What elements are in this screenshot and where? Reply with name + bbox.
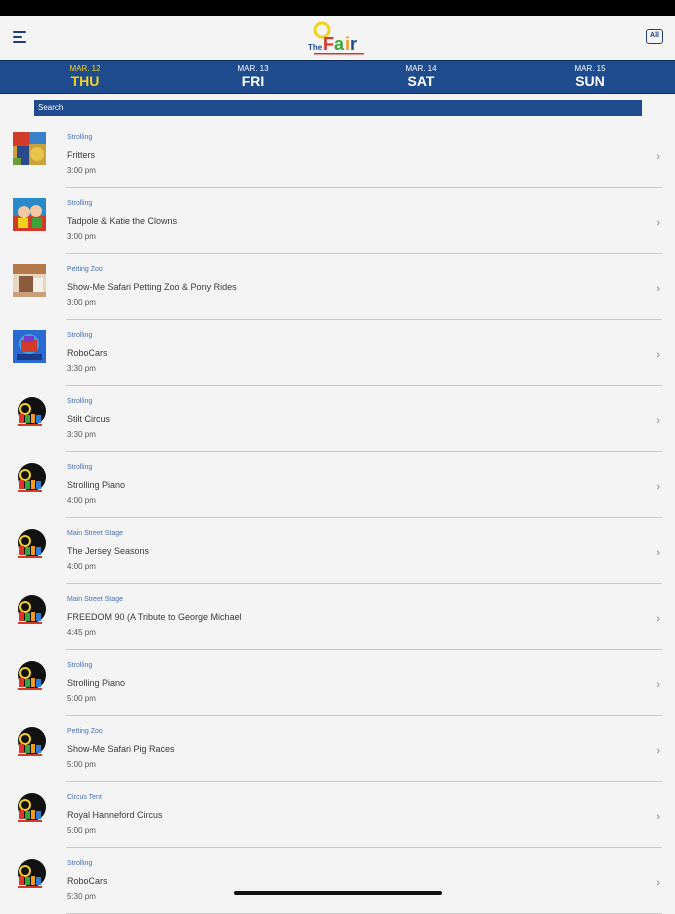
event-title: Tadpole & Katie the Clowns	[67, 216, 178, 226]
day-tab-fri[interactable]: MAR. 13 FRI	[223, 64, 283, 89]
chevron-right-icon: ›	[656, 679, 660, 691]
event-thumbnail	[13, 660, 46, 693]
event-time: 3:30 pm	[67, 430, 96, 439]
event-title: RoboCars	[67, 348, 108, 358]
event-title: Show-Me Safari Pig Races	[67, 744, 175, 754]
event-title: Show-Me Safari Petting Zoo & Pony Rides	[67, 282, 237, 292]
event-category: Strolling	[67, 332, 93, 339]
day-tab-thu[interactable]: MAR. 12 THU	[55, 64, 115, 89]
event-category: Strolling	[67, 464, 93, 471]
event-row[interactable]: Petting Zoo Show-Me Safari Petting Zoo & …	[0, 254, 675, 320]
day-tab-name: SUN	[575, 73, 605, 89]
event-row[interactable]: Strolling Tadpole & Katie the Clowns 3:00 …	[0, 188, 675, 254]
event-thumbnail	[13, 264, 46, 297]
event-title: Fritters	[67, 150, 95, 160]
event-title: Stilt Circus	[67, 414, 111, 424]
event-title: FREEDOM 90 (A Tribute to George Michael	[67, 612, 242, 622]
event-category: Main Street Stage	[67, 596, 124, 603]
day-tab-sun[interactable]: MAR. 15 SUN	[560, 64, 620, 89]
event-time: 5:00 pm	[67, 826, 96, 835]
svg-text:a: a	[334, 34, 345, 54]
svg-text:The: The	[308, 43, 323, 52]
event-row[interactable]: Strolling Strolling Piano 5:00 pm ›	[0, 650, 675, 716]
event-time: 3:00 pm	[67, 232, 96, 241]
event-row[interactable]: Strolling Stilt Circus 3:30 pm ›	[0, 386, 675, 452]
chevron-right-icon: ›	[656, 415, 660, 427]
event-row[interactable]: Strolling RoboCars 5:30 pm ›	[0, 848, 675, 914]
chevron-right-icon: ›	[656, 151, 660, 163]
event-title: The Jersey Seasons	[67, 546, 150, 556]
event-time: 3:30 pm	[67, 364, 96, 373]
chevron-right-icon: ›	[656, 877, 660, 889]
event-thumbnail	[13, 792, 46, 825]
status-bar	[0, 0, 675, 16]
chevron-right-icon: ›	[656, 613, 660, 625]
event-thumbnail	[13, 726, 46, 759]
chevron-right-icon: ›	[656, 547, 660, 559]
all-filter-button[interactable]: All	[646, 29, 663, 44]
event-time: 3:00 pm	[67, 298, 96, 307]
chevron-right-icon: ›	[656, 349, 660, 361]
event-category: Strolling	[67, 398, 93, 405]
event-category: Strolling	[67, 860, 93, 867]
event-list: Strolling Fritters 3:00 pm › Strolling Tadpol…	[0, 122, 675, 914]
event-thumbnail	[13, 858, 46, 891]
event-category: Petting Zoo	[67, 728, 103, 735]
event-thumbnail	[13, 528, 46, 561]
svg-text:r: r	[350, 34, 357, 54]
chevron-right-icon: ›	[656, 283, 660, 295]
day-tab-name: SAT	[407, 73, 435, 89]
event-title: Royal Hanneford Circus	[67, 810, 163, 820]
event-thumbnail	[13, 594, 46, 627]
event-time: 5:00 pm	[67, 760, 96, 769]
day-tab-name: THU	[70, 73, 100, 89]
event-row[interactable]: Circus Tent Royal Hanneford Circus 5:00 pm…	[0, 782, 675, 848]
event-row[interactable]: Petting Zoo Show-Me Safari Pig Races 5:00 …	[0, 716, 675, 782]
event-time: 4:00 pm	[67, 496, 96, 505]
event-time: 3:00 pm	[67, 166, 96, 175]
search-input[interactable]: Search	[34, 100, 642, 116]
chevron-right-icon: ›	[656, 745, 660, 757]
the-fair-logo: The F a i r	[308, 21, 364, 55]
day-selector: MAR. 12 THU MAR. 13 FRI MAR. 14 SAT MAR.…	[0, 60, 675, 94]
svg-text:F: F	[323, 34, 334, 54]
event-category: Petting Zoo	[67, 266, 103, 273]
day-tab-sat[interactable]: MAR. 14 SAT	[391, 64, 451, 89]
top-bar: The F a i r All	[0, 16, 675, 60]
event-thumbnail	[13, 462, 46, 495]
event-row[interactable]: Strolling Fritters 3:00 pm ›	[0, 122, 675, 188]
event-row[interactable]: Main Street Stage The Jersey Seasons 4:00 …	[0, 518, 675, 584]
event-title: Strolling Piano	[67, 678, 126, 688]
event-time: 4:00 pm	[67, 562, 96, 571]
event-thumbnail	[13, 330, 46, 363]
chevron-right-icon: ›	[656, 217, 660, 229]
chevron-right-icon: ›	[656, 481, 660, 493]
event-category: Strolling	[67, 200, 93, 207]
event-row[interactable]: Strolling Strolling Piano 4:00 pm ›	[0, 452, 675, 518]
event-thumbnail	[13, 198, 46, 231]
event-row[interactable]: Main Street Stage FREEDOM 90 (A Tribute t…	[0, 584, 675, 650]
event-row[interactable]: Strolling RoboCars 3:30 pm ›	[0, 320, 675, 386]
event-title: Strolling Piano	[67, 480, 126, 490]
event-category: Strolling	[67, 662, 93, 669]
event-category: Strolling	[67, 134, 93, 141]
event-category: Main Street Stage	[67, 530, 124, 537]
home-indicator	[234, 891, 442, 895]
event-title: RoboCars	[67, 876, 108, 886]
event-time: 5:00 pm	[67, 694, 96, 703]
chevron-right-icon: ›	[656, 811, 660, 823]
hamburger-menu-icon[interactable]	[13, 31, 26, 43]
event-category: Circus Tent	[67, 794, 102, 801]
event-thumbnail	[13, 132, 46, 165]
day-tab-name: FRI	[241, 73, 265, 89]
event-time: 4:45 pm	[67, 628, 96, 637]
event-thumbnail	[13, 396, 46, 429]
